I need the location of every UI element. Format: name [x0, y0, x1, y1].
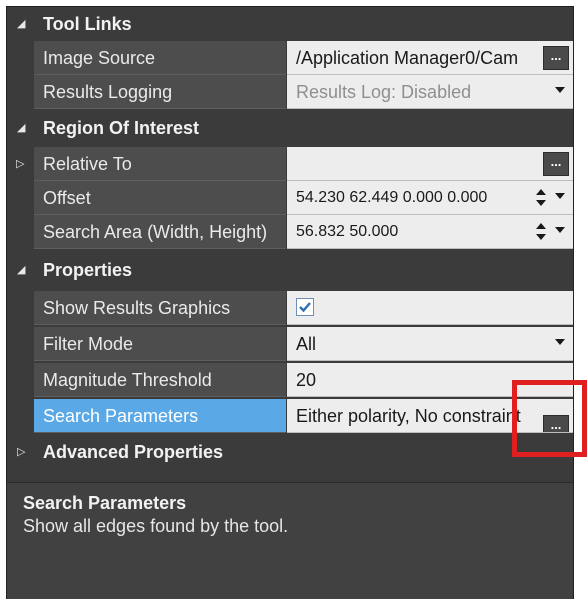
row-results-logging: Results Logging Results Log: Disabled — [7, 75, 573, 109]
browse-button[interactable]: ... — [543, 46, 569, 70]
description-panel: Search Parameters Show all edges found b… — [7, 482, 573, 599]
category-advanced-properties[interactable]: ▷ Advanced Properties — [7, 435, 573, 469]
property-name[interactable]: Search Area (Width, Height) — [34, 215, 286, 249]
results-logging-dropdown[interactable]: Results Log: Disabled — [287, 75, 573, 109]
spinner-icon[interactable] — [535, 187, 547, 209]
show-results-graphics-value — [287, 291, 573, 325]
property-name[interactable]: Relative To — [34, 147, 286, 181]
description-text: Show all edges found by the tool. — [23, 516, 289, 536]
property-name[interactable]: Results Logging — [34, 75, 286, 109]
checkbox[interactable] — [296, 298, 314, 316]
property-name[interactable]: Filter Mode — [34, 327, 286, 361]
dropdown-arrow-icon[interactable] — [555, 227, 565, 233]
category-tool-links[interactable]: ◢ Tool Links — [7, 7, 573, 41]
offset-input[interactable]: 54.230 62.449 0.000 0.000 — [287, 181, 573, 215]
image-source-value[interactable]: /Application Manager0/Cam ... — [287, 41, 573, 75]
category-label: Tool Links — [43, 14, 132, 34]
row-relative-to: ▷ Relative To ... — [7, 147, 573, 181]
browse-button[interactable]: ... — [543, 152, 569, 176]
property-name[interactable]: Magnitude Threshold — [34, 363, 286, 397]
relative-to-value[interactable]: ... — [287, 147, 573, 181]
row-magnitude-threshold: Magnitude Threshold 20 — [7, 363, 573, 397]
spinner-icon[interactable] — [535, 221, 547, 243]
row-offset: Offset 54.230 62.449 0.000 0.000 — [7, 181, 573, 215]
category-label: Region Of Interest — [43, 118, 200, 138]
row-show-results-graphics: Show Results Graphics — [7, 291, 573, 325]
expand-triangle-icon[interactable]: ▷ — [16, 157, 24, 171]
row-search-parameters: Search Parameters Either polarity, No co… — [7, 399, 573, 433]
category-label: Advanced Properties — [43, 442, 224, 462]
dropdown-arrow-icon[interactable] — [555, 339, 565, 345]
row-filter-mode: Filter Mode All — [7, 327, 573, 361]
filter-mode-dropdown[interactable]: All — [287, 327, 573, 361]
collapse-triangle-icon[interactable]: ◢ — [17, 263, 25, 277]
category-region-of-interest[interactable]: ◢ Region Of Interest — [7, 111, 573, 145]
row-search-area: Search Area (Width, Height) 56.832 50.00… — [7, 215, 573, 249]
search-area-input[interactable]: 56.832 50.000 — [287, 215, 573, 249]
dropdown-arrow-icon[interactable] — [555, 193, 565, 199]
checkmark-icon — [299, 302, 311, 313]
property-grid: ◢ Tool Links Image Source /Application M… — [6, 6, 574, 599]
property-name[interactable]: Show Results Graphics — [34, 291, 286, 325]
property-name[interactable]: Image Source — [34, 41, 286, 75]
collapse-triangle-icon[interactable]: ◢ — [17, 121, 25, 135]
collapse-triangle-icon[interactable]: ◢ — [17, 17, 25, 31]
expand-triangle-icon[interactable]: ▷ — [17, 445, 25, 459]
description-title: Search Parameters — [23, 493, 187, 513]
highlight-box — [512, 380, 587, 457]
category-label: Properties — [43, 260, 133, 280]
property-name[interactable]: Offset — [34, 181, 286, 215]
category-properties[interactable]: ◢ Properties — [7, 253, 573, 287]
property-name-selected[interactable]: Search Parameters — [34, 399, 286, 433]
row-image-source: Image Source /Application Manager0/Cam .… — [7, 41, 573, 75]
dropdown-arrow-icon[interactable] — [555, 87, 565, 93]
